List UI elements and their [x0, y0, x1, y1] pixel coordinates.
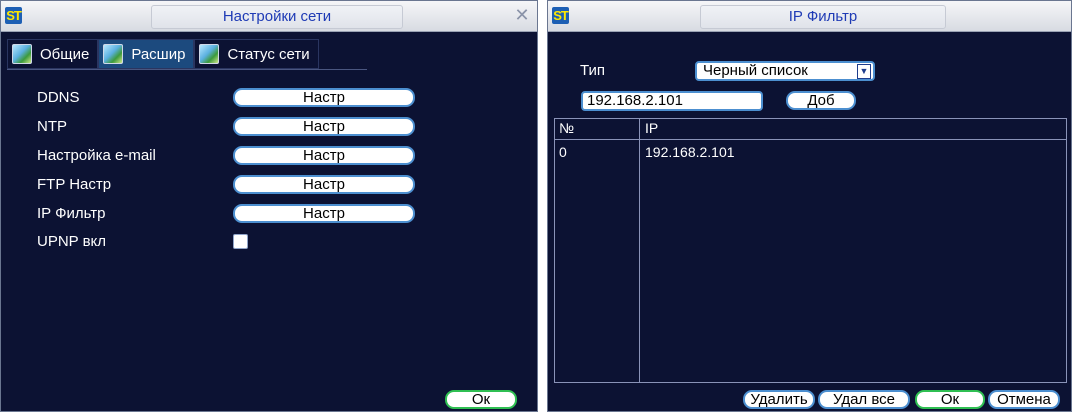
title-bar: ST IP Фильтр — [548, 1, 1071, 32]
tab-label: Статус сети — [227, 45, 310, 63]
ok-button[interactable]: Ок — [445, 390, 517, 409]
tab-bar: Общие Расшир Статус сети — [7, 39, 319, 69]
upnp-checkbox[interactable] — [233, 234, 248, 249]
app-logo-icon: ST — [552, 7, 569, 24]
image-icon — [199, 44, 220, 64]
email-label: Настройка e-mail — [37, 147, 156, 164]
row-ip: 192.168.2.101 — [645, 144, 735, 160]
ip-filter-table: № IP 0 192.168.2.101 — [554, 118, 1067, 383]
delete-all-button[interactable]: Удал все — [818, 390, 910, 409]
column-divider — [639, 119, 640, 382]
add-button[interactable]: Доб — [786, 91, 856, 110]
close-icon[interactable]: ✕ — [513, 5, 531, 25]
row-number: 0 — [559, 144, 567, 160]
email-settings-button[interactable]: Настр — [233, 146, 415, 165]
type-label: Тип — [580, 62, 606, 79]
tab-underline — [7, 69, 367, 70]
ip-filter-window: ST IP Фильтр Тип Черный список ▼ 192.168… — [547, 0, 1072, 412]
tab-network-status[interactable]: Статус сети — [194, 39, 319, 69]
ntp-label: NTP — [37, 118, 67, 135]
tab-label: Расшир — [131, 45, 186, 63]
type-select[interactable]: Черный список ▼ — [695, 61, 875, 81]
delete-button[interactable]: Удалить — [743, 390, 815, 409]
window-title: Настройки сети — [151, 5, 403, 29]
ip-filter-settings-button[interactable]: Настр — [233, 204, 415, 223]
ddns-settings-button[interactable]: Настр — [233, 88, 415, 107]
chevron-down-icon[interactable]: ▼ — [857, 64, 871, 79]
tab-label: Общие — [40, 45, 90, 63]
image-icon — [103, 44, 124, 64]
network-settings-window: ST Настройки сети ✕ Общие Расшир Статус … — [0, 0, 538, 412]
ntp-settings-button[interactable]: Настр — [233, 117, 415, 136]
image-icon — [12, 44, 32, 64]
title-bar: ST Настройки сети ✕ — [1, 1, 537, 32]
window-title: IP Фильтр — [700, 5, 946, 29]
cancel-button[interactable]: Отмена — [988, 390, 1060, 409]
ip-filter-label: IP Фильтр — [37, 205, 106, 222]
ok-button[interactable]: Ок — [915, 390, 985, 409]
ddns-label: DDNS — [37, 89, 80, 106]
type-select-value: Черный список — [703, 62, 808, 79]
table-header: № IP — [555, 119, 1066, 140]
tab-general[interactable]: Общие — [7, 39, 99, 69]
tab-advanced[interactable]: Расшир — [98, 39, 195, 69]
ftp-settings-button[interactable]: Настр — [233, 175, 415, 194]
header-ip: IP — [645, 120, 659, 136]
app-logo-icon: ST — [5, 7, 22, 24]
ip-address-input[interactable]: 192.168.2.101 — [581, 91, 763, 111]
ftp-label: FTP Настр — [37, 176, 112, 193]
upnp-label: UPNP вкл — [37, 233, 107, 250]
header-number: № — [559, 120, 575, 136]
